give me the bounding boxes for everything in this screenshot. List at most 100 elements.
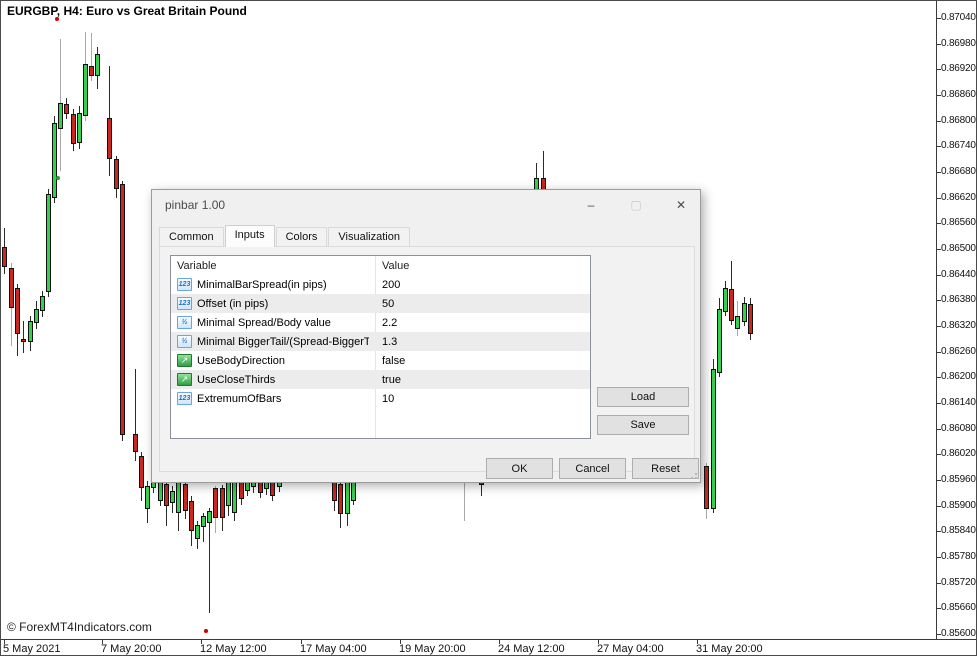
param-name: 123Offset (in pips) — [177, 297, 369, 310]
param-value[interactable]: true — [382, 374, 401, 386]
candle-body — [735, 316, 740, 329]
candle-body — [83, 64, 88, 116]
param-row[interactable]: 123ExtremumOfBars10 — [171, 389, 590, 408]
tab-common[interactable]: Common — [159, 227, 224, 247]
param-value[interactable]: 10 — [382, 393, 394, 405]
candle-body — [717, 309, 722, 373]
candle-body — [9, 268, 14, 308]
candle-body — [40, 296, 45, 311]
candle-body — [52, 123, 57, 198]
param-name: ↗UseCloseThirds — [177, 373, 369, 386]
candle-body — [711, 369, 716, 509]
param-row[interactable]: 123MinimalBarSpread(in pips) 200 — [171, 275, 590, 294]
resize-grip-icon[interactable] — [687, 469, 697, 479]
pinbar-signal-dot — [56, 176, 60, 180]
param-value[interactable]: 2.2 — [382, 317, 397, 329]
price-axis-label: 0.86560 — [941, 218, 977, 228]
candle-body — [195, 525, 200, 539]
candle-body — [46, 194, 51, 292]
price-axis-label: 0.85900 — [941, 501, 977, 511]
price-axis-label: 0.85660 — [941, 603, 977, 613]
candle-body — [120, 184, 125, 435]
tab-visualization[interactable]: Visualization — [328, 227, 410, 247]
param-value[interactable]: 200 — [382, 279, 400, 291]
candle-body — [176, 479, 181, 513]
candle-body — [133, 434, 138, 452]
candle-body — [207, 511, 212, 523]
price-axis-label: 0.86980 — [941, 39, 977, 49]
tab-inputs[interactable]: Inputs — [225, 225, 275, 247]
candle-body — [95, 54, 100, 76]
candle-body — [742, 303, 747, 322]
mt5-chart-window: EURGBP, H4: Euro vs Great Britain Pound … — [0, 0, 977, 656]
price-axis-label: 0.86620 — [941, 193, 977, 203]
price-axis-label: 0.85720 — [941, 578, 977, 588]
bool-chart-icon: ↗ — [177, 373, 192, 386]
price-axis-label: 0.86440 — [941, 270, 977, 280]
price-axis-label: 0.86380 — [941, 295, 977, 305]
load-button[interactable]: Load — [597, 387, 689, 407]
column-header-variable: Variable — [177, 260, 369, 272]
numeric-123-icon: 123 — [177, 278, 192, 291]
param-row[interactable]: ↗UseCloseThirds true — [171, 370, 590, 389]
candle-body — [164, 484, 169, 506]
candle-body — [729, 289, 734, 321]
minimize-icon[interactable]: – — [581, 198, 601, 212]
dialog-titlebar[interactable]: pinbar 1.00 – ▢ ✕ — [152, 190, 700, 220]
param-name: 123MinimalBarSpread(in pips) — [177, 278, 369, 291]
tab-colors[interactable]: Colors — [276, 227, 328, 247]
tab-strip: CommonInputsColorsVisualization — [159, 226, 411, 247]
candle-body — [107, 118, 112, 159]
save-button[interactable]: Save — [597, 415, 689, 435]
price-axis-label: 0.85960 — [941, 475, 977, 485]
param-row[interactable]: 123Offset (in pips) 50 — [171, 294, 590, 313]
param-row[interactable]: ½Minimal Spread/Body value 2.2 — [171, 313, 590, 332]
price-axis-label: 0.86920 — [941, 64, 977, 74]
candle-wick — [23, 321, 24, 353]
price-axis-label: 0.85840 — [941, 526, 977, 536]
candle-body — [704, 466, 709, 509]
param-row[interactable]: ↗UseBodyDirection false — [171, 351, 590, 370]
maximize-icon[interactable]: ▢ — [626, 198, 646, 212]
candle-body — [338, 484, 343, 514]
candle-body — [34, 309, 39, 323]
watermark-credit: © ForexMT4Indicators.com — [7, 620, 152, 634]
candle-body — [345, 481, 350, 514]
param-name: ↗UseBodyDirection — [177, 354, 369, 367]
time-axis-label: 27 May 04:00 — [597, 643, 664, 655]
candle-body — [226, 481, 231, 506]
cancel-button[interactable]: Cancel — [559, 458, 626, 479]
candle-body — [220, 488, 225, 518]
candle-body — [114, 159, 119, 189]
param-value[interactable]: false — [382, 355, 405, 367]
table-header-row: VariableValue — [171, 256, 590, 275]
param-value[interactable]: 50 — [382, 298, 394, 310]
param-name: ½Minimal Spread/Body value — [177, 316, 369, 329]
numeric-123-icon: 123 — [177, 392, 192, 405]
candle-body — [201, 516, 206, 527]
candle-body — [189, 501, 194, 531]
pinbar-settings-dialog: pinbar 1.00 – ▢ ✕ CommonInputsColorsVisu… — [151, 189, 701, 483]
candle-body — [77, 113, 82, 143]
inputs-table[interactable]: VariableValue123MinimalBarSpread(in pips… — [170, 255, 591, 439]
price-axis-label: 0.86800 — [941, 116, 977, 126]
candle-body — [183, 484, 188, 511]
close-icon[interactable]: ✕ — [671, 198, 691, 212]
candle-body — [139, 456, 144, 488]
price-axis-label: 0.85600 — [941, 629, 977, 639]
numeric-123-icon: 123 — [177, 297, 192, 310]
candle-body — [2, 247, 7, 267]
candle-body — [71, 114, 76, 144]
dialog-title: pinbar 1.00 — [165, 198, 225, 212]
price-axis-label: 0.86680 — [941, 167, 977, 177]
price-axis-label: 0.86500 — [941, 244, 977, 254]
candle-body — [723, 288, 728, 312]
param-value[interactable]: 1.3 — [382, 336, 397, 348]
param-row[interactable]: ½Minimal BiggerTail/(Spread-BiggerTail).… — [171, 332, 590, 351]
window-controls: – ▢ ✕ — [581, 190, 691, 220]
price-axis-label: 0.86740 — [941, 141, 977, 151]
ok-button[interactable]: OK — [486, 458, 553, 479]
candle-wick — [209, 508, 210, 613]
candle-body — [58, 103, 63, 129]
price-axis-label: 0.86020 — [941, 449, 977, 459]
